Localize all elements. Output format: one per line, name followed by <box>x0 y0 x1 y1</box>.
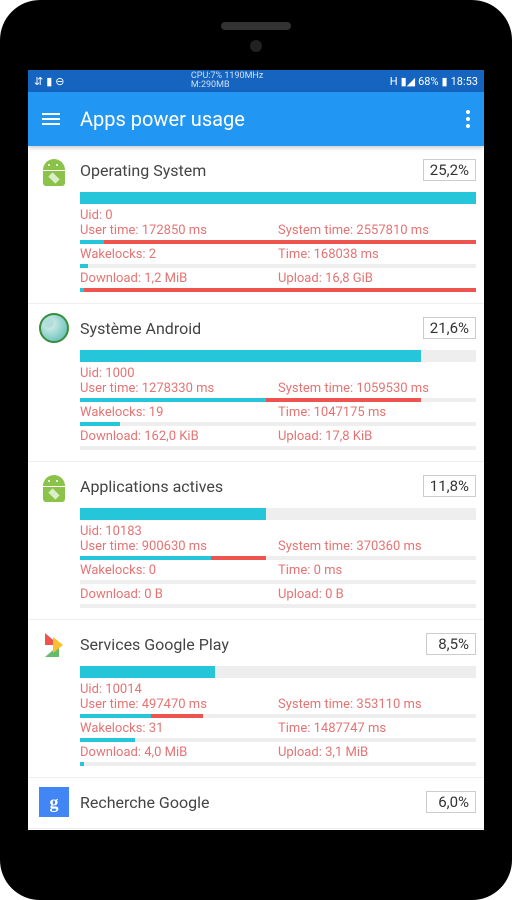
time-bar <box>80 556 476 560</box>
user-time-text: User time: 497470 ms <box>80 697 278 712</box>
sync-icon: ⊖ <box>55 75 64 88</box>
user-time-text: User time: 1278330 ms <box>80 381 278 396</box>
battery-pct: 68% <box>418 75 438 88</box>
wakelocks-text: Wakelocks: 31 <box>80 721 278 736</box>
app-percent: 21,6% <box>423 317 476 339</box>
wake-bar <box>80 422 476 426</box>
time-bar <box>80 714 476 718</box>
app-row[interactable]: Système Android 21,6% Uid: 1000 User tim… <box>28 304 484 462</box>
usb-icon: ⇵ <box>34 75 43 88</box>
download-text: Download: 0 B <box>80 587 278 602</box>
download-text: Download: 162,0 KiB <box>80 429 278 444</box>
system-time-text: System time: 1059530 ms <box>278 381 476 396</box>
wake-bar <box>80 580 476 584</box>
chart-icon: ▮ <box>46 75 52 88</box>
overflow-icon[interactable] <box>466 110 470 128</box>
system-time-text: System time: 2557810 ms <box>278 223 476 238</box>
app-percent: 8,5% <box>426 633 476 655</box>
app-row[interactable]: Operating System 25,2% Uid: 0 User time:… <box>28 146 484 304</box>
wakelocks-text: Wakelocks: 0 <box>80 563 278 578</box>
app-name: Système Android <box>80 319 415 338</box>
time-bar <box>80 398 476 402</box>
user-time-text: User time: 172850 ms <box>80 223 278 238</box>
net-bar <box>80 446 476 450</box>
page-title: Apps power usage <box>80 107 466 131</box>
wake-bar <box>80 264 476 268</box>
wakelocks-text: Wakelocks: 2 <box>80 247 278 262</box>
net-bar <box>80 288 476 292</box>
signal-icon: ▮◢ <box>401 75 416 88</box>
usage-bar <box>80 508 476 520</box>
app-icon <box>36 310 72 346</box>
app-name: Applications actives <box>80 477 415 496</box>
app-percent: 11,8% <box>423 475 476 497</box>
net-bar <box>80 604 476 608</box>
net-type: H <box>390 75 398 88</box>
app-row[interactable]: Applications actives 11,8% Uid: 10183 Us… <box>28 462 484 620</box>
app-row[interactable]: g Recherche Google 6,0% <box>28 778 484 829</box>
download-text: Download: 4,0 MiB <box>80 745 278 760</box>
upload-text: Upload: 17,8 KiB <box>278 429 476 444</box>
upload-text: Upload: 0 B <box>278 587 476 602</box>
mem-text: M:290MB <box>191 80 230 90</box>
time-bar <box>80 240 476 244</box>
usage-bar <box>80 350 476 362</box>
app-icon <box>36 152 72 188</box>
app-name: Recherche Google <box>80 793 418 812</box>
uid-text: Uid: 0 <box>80 208 476 223</box>
wake-bar <box>80 738 476 742</box>
app-percent: 25,2% <box>423 159 476 181</box>
upload-text: Upload: 3,1 MiB <box>278 745 476 760</box>
upload-text: Upload: 16,8 GiB <box>278 271 476 286</box>
app-icon: g <box>36 784 72 820</box>
app-icon <box>36 468 72 504</box>
wakelocks-text: Wakelocks: 19 <box>80 405 278 420</box>
wake-time-text: Time: 0 ms <box>278 563 476 578</box>
user-time-text: User time: 900630 ms <box>80 539 278 554</box>
app-row[interactable]: Services Google Play 8,5% Uid: 10014 Use… <box>28 620 484 778</box>
wake-time-text: Time: 1487747 ms <box>278 721 476 736</box>
net-bar <box>80 762 476 766</box>
uid-text: Uid: 1000 <box>80 366 476 381</box>
app-icon <box>36 626 72 662</box>
status-bar: ⇵ ▮ ⊖ CPU:7% 1190MHz M:290MB H ▮◢ 68% ▮ … <box>28 70 484 92</box>
download-text: Download: 1,2 MiB <box>80 271 278 286</box>
wake-time-text: Time: 1047175 ms <box>278 405 476 420</box>
clock: 18:53 <box>451 75 478 88</box>
uid-text: Uid: 10183 <box>80 524 476 539</box>
app-name: Operating System <box>80 161 415 180</box>
system-time-text: System time: 370360 ms <box>278 539 476 554</box>
system-time-text: System time: 353110 ms <box>278 697 476 712</box>
app-list[interactable]: Operating System 25,2% Uid: 0 User time:… <box>28 146 484 830</box>
battery-icon: ▮ <box>442 75 448 88</box>
app-name: Services Google Play <box>80 635 418 654</box>
app-percent: 6,0% <box>426 791 476 813</box>
usage-bar <box>80 192 476 204</box>
app-bar: Apps power usage <box>28 92 484 146</box>
uid-text: Uid: 10014 <box>80 682 476 697</box>
menu-icon[interactable] <box>42 113 60 125</box>
usage-bar <box>80 666 476 678</box>
wake-time-text: Time: 168038 ms <box>278 247 476 262</box>
